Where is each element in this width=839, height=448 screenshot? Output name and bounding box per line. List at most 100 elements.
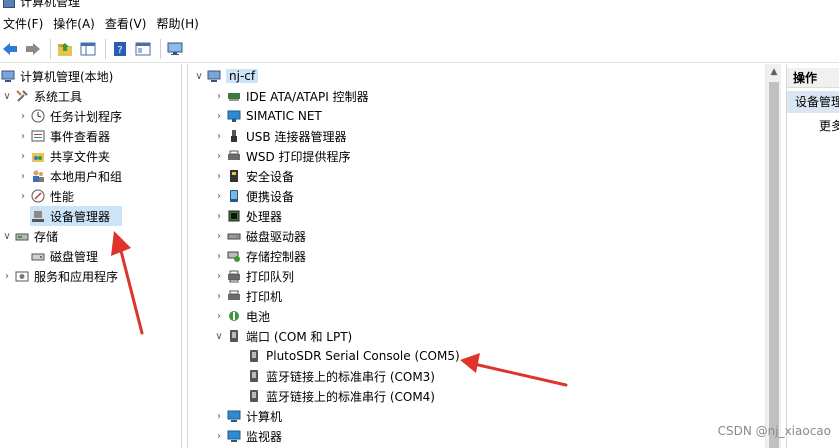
properties-icon bbox=[135, 42, 151, 56]
chevron-right-icon[interactable]: › bbox=[212, 191, 226, 202]
tree-item-performance[interactable]: › 性能 bbox=[16, 186, 78, 206]
device-root[interactable]: ∨ nj-cf bbox=[192, 66, 259, 86]
chevron-right-icon[interactable]: › bbox=[0, 271, 14, 282]
tree-item-shared-folders[interactable]: › 共享文件夹 bbox=[16, 146, 114, 166]
disk-management-icon bbox=[30, 248, 46, 264]
chevron-right-icon[interactable]: › bbox=[212, 111, 226, 122]
chevron-right-icon[interactable]: › bbox=[16, 111, 30, 122]
device-category[interactable]: › USB 连接器管理器 bbox=[212, 126, 350, 146]
chevron-right-icon[interactable]: › bbox=[16, 131, 30, 142]
toolbar: ? bbox=[0, 36, 839, 63]
chevron-right-icon[interactable]: › bbox=[16, 151, 30, 162]
device-category-label: 端口 (COM 和 LPT) bbox=[246, 329, 353, 344]
tree-item-computer-management[interactable]: 计算机管理(本地) bbox=[0, 66, 117, 86]
chevron-right-icon[interactable]: › bbox=[212, 431, 226, 442]
security-device-icon bbox=[226, 168, 242, 184]
tree-item-device-manager[interactable]: 设备管理器 bbox=[30, 206, 122, 226]
help-button[interactable]: ? bbox=[110, 39, 130, 59]
chevron-down-icon[interactable]: ∨ bbox=[0, 231, 14, 242]
ide-controller-icon bbox=[226, 88, 242, 104]
chevron-down-icon[interactable]: ∨ bbox=[212, 331, 226, 342]
scroll-thumb[interactable] bbox=[769, 82, 779, 448]
device-category[interactable]: › IDE ATA/ATAPI 控制器 bbox=[212, 86, 373, 106]
chevron-right-icon[interactable]: › bbox=[16, 171, 30, 182]
properties-button[interactable] bbox=[133, 39, 153, 59]
computer-management-icon bbox=[3, 0, 15, 8]
battery-icon bbox=[226, 308, 242, 324]
chevron-right-icon[interactable]: › bbox=[212, 231, 226, 242]
tree-item-label: 系统工具 bbox=[34, 89, 83, 104]
device-category-label: 电池 bbox=[246, 309, 271, 324]
tree-item-task-scheduler[interactable]: › 任务计划程序 bbox=[16, 106, 126, 126]
chevron-right-icon[interactable]: › bbox=[212, 291, 226, 302]
device-category[interactable]: › 磁盘驱动器 bbox=[212, 226, 310, 246]
device-category[interactable]: › 计算机 bbox=[212, 406, 286, 426]
chevron-right-icon[interactable]: › bbox=[16, 191, 30, 202]
menu-view[interactable]: 查看(V) bbox=[102, 12, 154, 36]
chevron-right-icon[interactable]: › bbox=[212, 311, 226, 322]
tree-item-system-tools[interactable]: ∨ 系统工具 bbox=[0, 86, 86, 106]
device-category[interactable]: › 处理器 bbox=[212, 206, 286, 226]
window-title: 计算机管理 bbox=[20, 0, 81, 9]
device-category[interactable]: › SIMATIC NET bbox=[212, 106, 326, 126]
port-icon bbox=[246, 348, 262, 364]
chevron-right-icon[interactable]: › bbox=[212, 91, 226, 102]
scroll-up-icon[interactable]: ▲ bbox=[766, 66, 782, 78]
back-button[interactable] bbox=[0, 39, 20, 59]
chevron-right-icon[interactable]: › bbox=[212, 131, 226, 142]
device-category[interactable]: › 便携设备 bbox=[212, 186, 298, 206]
device-category-label: 打印机 bbox=[246, 289, 283, 304]
show-hide-console-tree-icon bbox=[80, 42, 96, 56]
up-folder-button[interactable] bbox=[55, 39, 75, 59]
chevron-down-icon[interactable]: ∨ bbox=[0, 91, 14, 102]
device-category[interactable]: › 电池 bbox=[212, 306, 274, 326]
chevron-down-icon[interactable]: ∨ bbox=[192, 71, 206, 82]
device-category[interactable]: › 安全设备 bbox=[212, 166, 298, 186]
monitor-button[interactable] bbox=[165, 39, 185, 59]
chevron-right-icon[interactable]: › bbox=[212, 271, 226, 282]
port-icon bbox=[246, 368, 262, 384]
storage-icon bbox=[14, 228, 30, 244]
tree-item-label: 共享文件夹 bbox=[50, 149, 111, 164]
menu-action[interactable]: 操作(A) bbox=[50, 12, 102, 36]
port-item[interactable]: 蓝牙链接上的标准串行 (COM4) bbox=[246, 386, 439, 406]
menu-file[interactable]: 文件(F) bbox=[0, 12, 50, 36]
menu-bar: 文件(F) 操作(A) 查看(V) 帮助(H) bbox=[0, 12, 839, 36]
tree-item-label: 事件查看器 bbox=[50, 129, 111, 144]
forward-button[interactable] bbox=[23, 39, 43, 59]
chevron-right-icon[interactable]: › bbox=[212, 171, 226, 182]
menu-help[interactable]: 帮助(H) bbox=[153, 12, 205, 36]
device-category[interactable]: › 监视器 bbox=[212, 426, 286, 446]
more-actions-link[interactable]: 更多操作 bbox=[819, 116, 839, 136]
actions-device-manager[interactable]: 设备管理器 bbox=[787, 91, 839, 113]
chevron-right-icon[interactable]: › bbox=[212, 411, 226, 422]
tree-item-local-users[interactable]: › 本地用户和组 bbox=[16, 166, 126, 186]
device-category-ports[interactable]: ∨ 端口 (COM 和 LPT) bbox=[212, 326, 356, 346]
performance-icon bbox=[30, 188, 46, 204]
chevron-right-icon[interactable]: › bbox=[212, 211, 226, 222]
processor-icon bbox=[226, 208, 242, 224]
printer-icon bbox=[226, 148, 242, 164]
chevron-right-icon[interactable]: › bbox=[212, 251, 226, 262]
tree-item-storage[interactable]: ∨ 存储 bbox=[0, 226, 62, 246]
tree-item-disk-management[interactable]: 磁盘管理 bbox=[30, 246, 102, 266]
device-category-label: 存储控制器 bbox=[246, 249, 307, 264]
computer-management-icon bbox=[0, 68, 16, 84]
port-item[interactable]: 蓝牙链接上的标准串行 (COM3) bbox=[246, 366, 439, 386]
port-item[interactable]: PlutoSDR Serial Console (COM5) bbox=[246, 346, 464, 366]
device-category[interactable]: › 打印队列 bbox=[212, 266, 298, 286]
forward-icon bbox=[26, 43, 40, 55]
tree-item-services-apps[interactable]: › 服务和应用程序 bbox=[0, 266, 122, 286]
device-category-label: 计算机 bbox=[246, 409, 283, 424]
title-bar: 计算机管理 bbox=[0, 0, 839, 12]
vertical-scrollbar[interactable]: ▲ bbox=[765, 64, 781, 448]
device-category[interactable]: › WSD 打印提供程序 bbox=[212, 146, 355, 166]
print-queue-icon bbox=[226, 268, 242, 284]
device-category[interactable]: › 打印机 bbox=[212, 286, 286, 306]
computer-icon bbox=[226, 408, 242, 424]
port-item-label: 蓝牙链接上的标准串行 (COM3) bbox=[266, 369, 435, 384]
tree-item-event-viewer[interactable]: › 事件查看器 bbox=[16, 126, 114, 146]
device-category[interactable]: › 存储控制器 bbox=[212, 246, 310, 266]
show-hide-console-tree-button[interactable] bbox=[78, 39, 98, 59]
chevron-right-icon[interactable]: › bbox=[212, 151, 226, 162]
